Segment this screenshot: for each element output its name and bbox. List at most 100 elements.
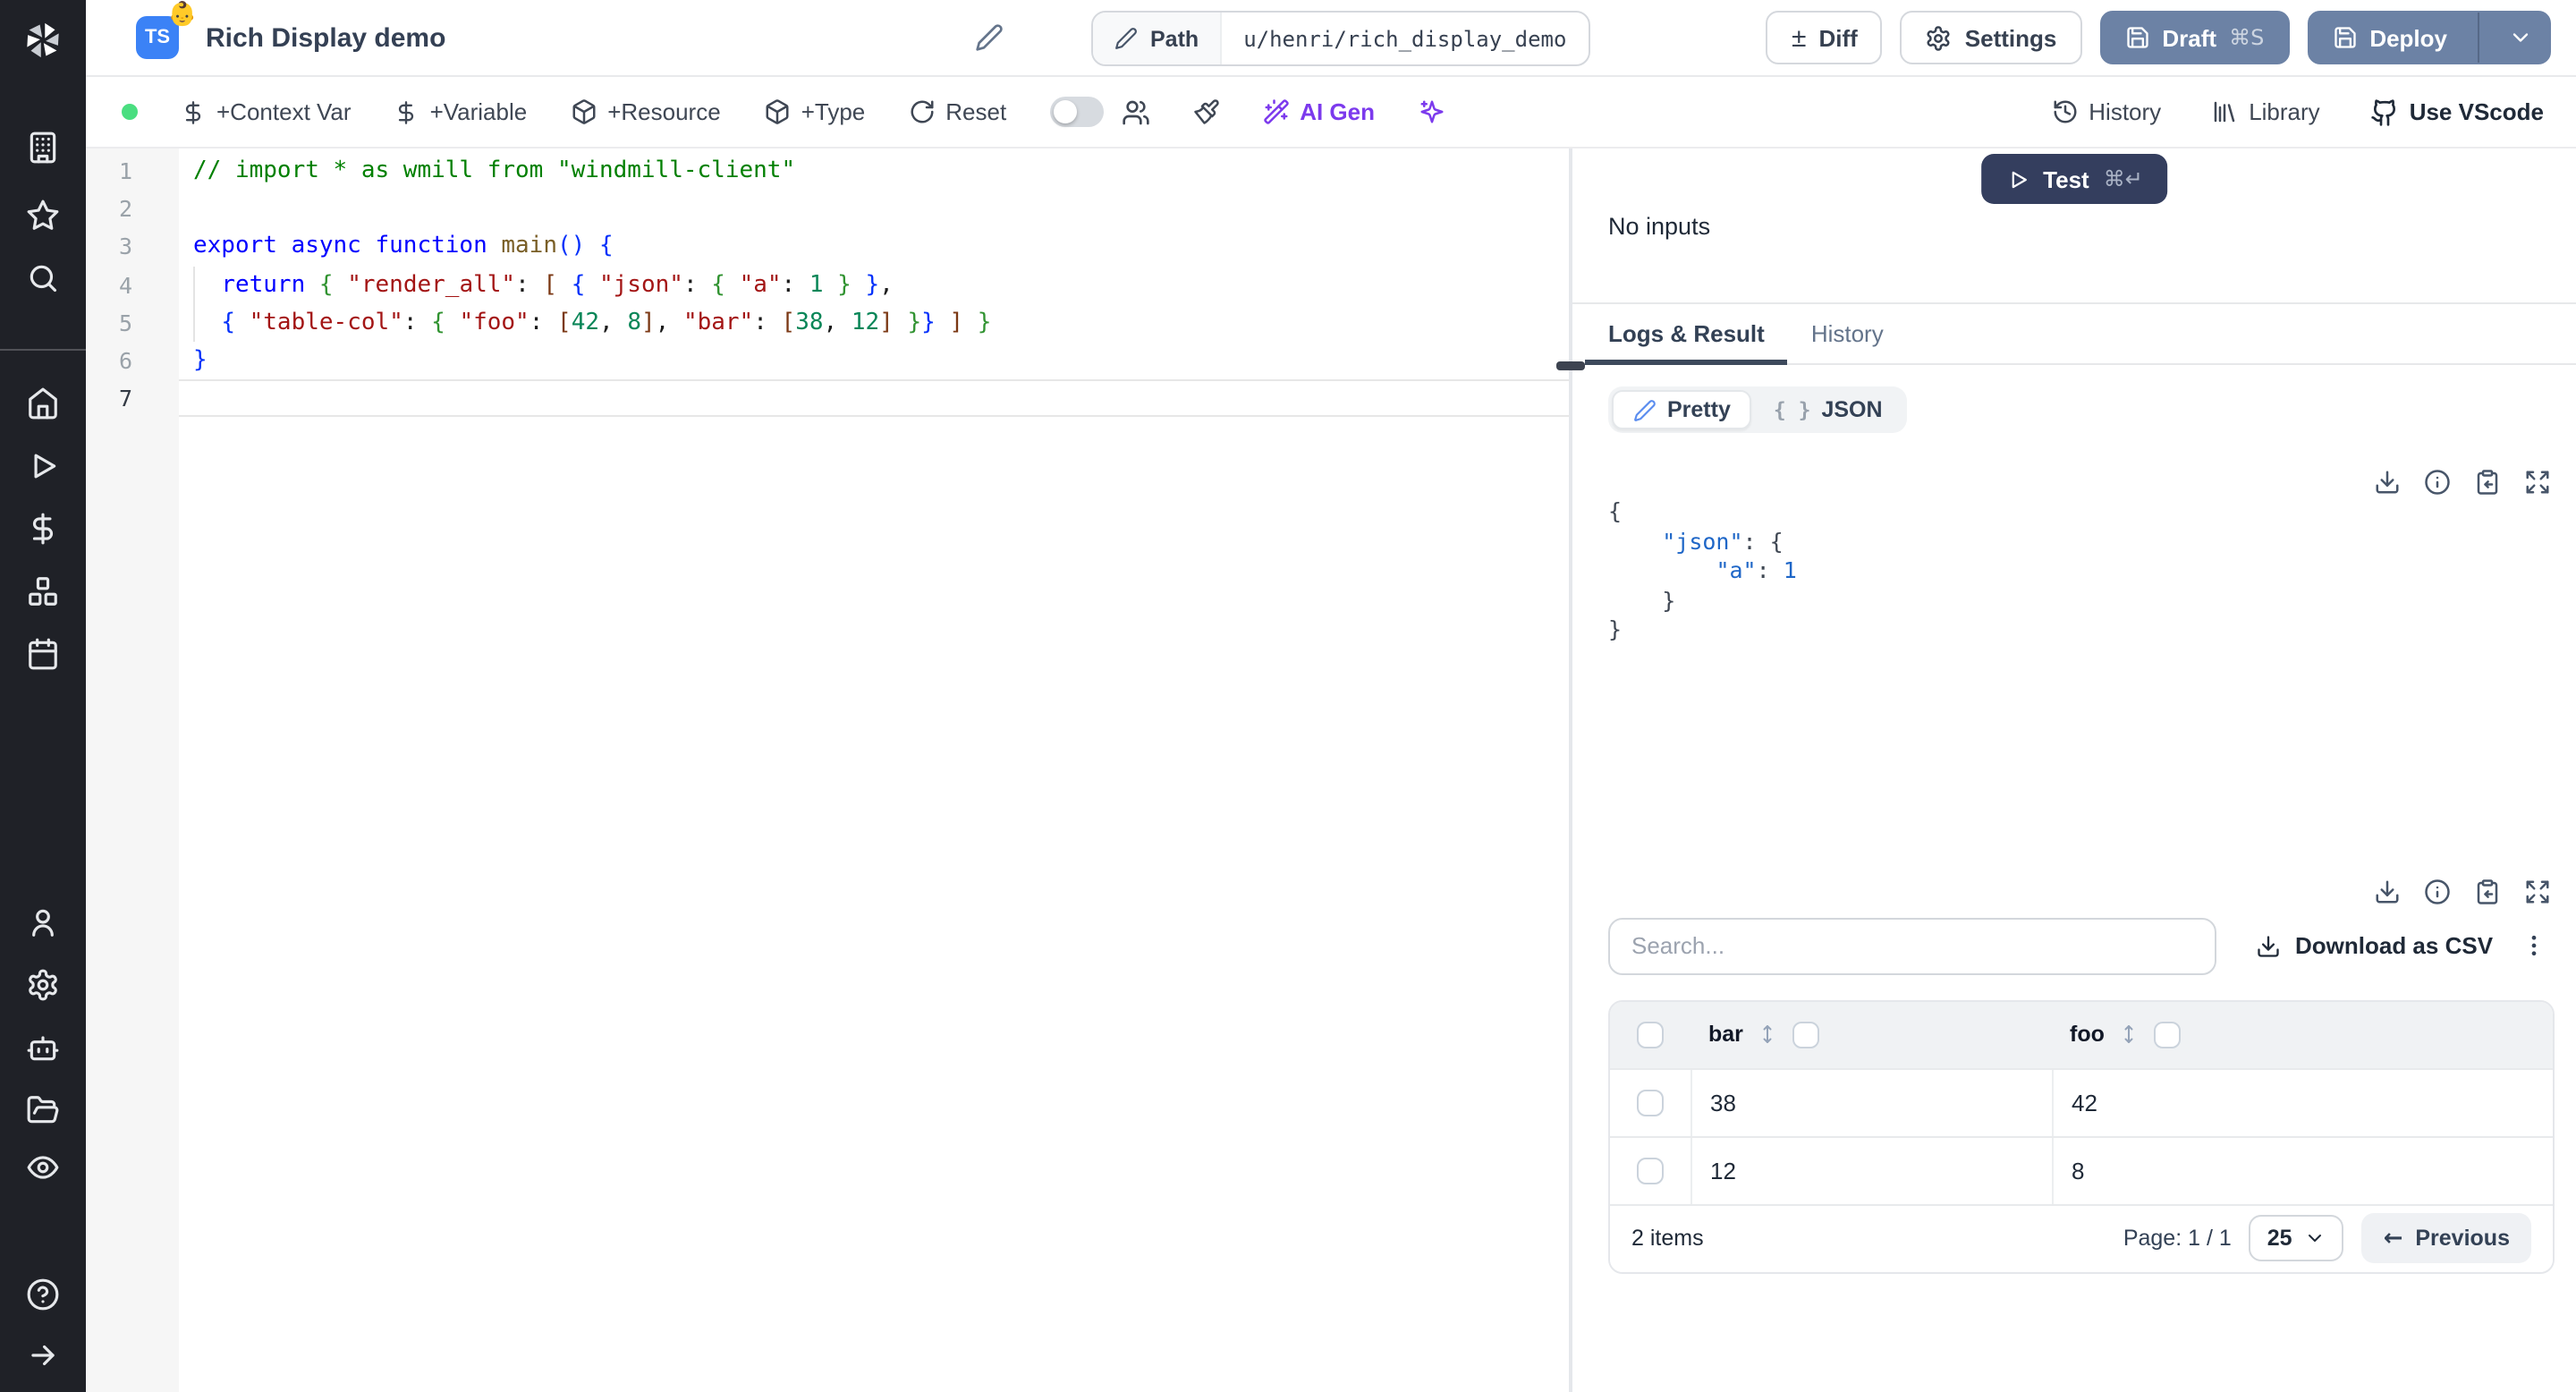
column-header-bar[interactable]: bar	[1708, 1022, 1743, 1047]
code-line[interactable]	[179, 379, 1569, 418]
row-checkbox[interactable]	[1637, 1089, 1664, 1116]
runs-play-icon[interactable]	[26, 449, 60, 483]
column-header-foo[interactable]: foo	[2070, 1022, 2105, 1047]
splitter-drag-handle[interactable]	[1556, 361, 1585, 370]
table-row[interactable]: 38 42	[1610, 1067, 2553, 1135]
view-json-option[interactable]: { } JSON	[1752, 390, 1904, 429]
deploy-dropdown-toggle[interactable]	[2492, 25, 2549, 50]
download-csv-label: Download as CSV	[2295, 932, 2494, 959]
history-clock-icon	[2053, 100, 2076, 123]
format-brush-button[interactable]	[1192, 98, 1219, 125]
editor-code[interactable]: // import * as wmill from "windmill-clie…	[179, 149, 1569, 1392]
table-row[interactable]: 12 8	[1610, 1135, 2553, 1203]
code-line[interactable]: // import * as wmill from "windmill-clie…	[179, 152, 1569, 190]
diff-button[interactable]: ± Diff	[1766, 11, 1883, 64]
code-line[interactable]: return { "render_all": [ { "json": { "a"…	[179, 266, 1569, 304]
ai-gen-label: AI Gen	[1300, 98, 1375, 125]
add-context-var-button[interactable]: +Context Var	[181, 98, 352, 125]
sort-icon[interactable]	[1758, 1023, 1779, 1045]
column-checkbox[interactable]	[1792, 1021, 1820, 1048]
table-actions	[1608, 878, 2551, 904]
settings-gear-icon[interactable]	[26, 968, 60, 1002]
add-resource-button[interactable]: +Resource	[570, 98, 721, 125]
tab-logs-and-result[interactable]: Logs & Result	[1585, 304, 1789, 365]
folder-open-icon[interactable]	[26, 1093, 60, 1127]
search-input[interactable]	[1608, 917, 2216, 974]
editor-toolbar: +Context Var +Variable +Resource +Type R…	[86, 77, 2576, 149]
users-icon	[1122, 99, 1148, 124]
copy-clipboard-icon[interactable]	[2474, 469, 2501, 496]
settings-gear-icon	[1926, 24, 1953, 51]
add-type-button[interactable]: +Type	[764, 98, 865, 125]
select-all-checkbox[interactable]	[1637, 1021, 1664, 1048]
sparkles-icon	[1419, 100, 1443, 123]
building-icon[interactable]	[26, 131, 60, 165]
vscode-github-icon	[2371, 98, 2395, 125]
cell-bar: 12	[1690, 1137, 2052, 1203]
history-button[interactable]: History	[2051, 98, 2161, 126]
workers-robot-icon[interactable]	[26, 1031, 60, 1065]
dollar-icon	[185, 100, 201, 123]
eye-icon[interactable]	[26, 1150, 60, 1184]
settings-button[interactable]: Settings	[1900, 11, 2082, 64]
tab-history[interactable]: History	[1788, 304, 1907, 363]
reset-button[interactable]: Reset	[908, 98, 1006, 125]
page-size-select[interactable]: 25	[2249, 1215, 2344, 1261]
expand-icon[interactable]	[2524, 469, 2551, 496]
multiplayer-toggle[interactable]	[1049, 97, 1104, 127]
path-button[interactable]: Path u/henri/rich_display_demo	[1091, 11, 1590, 66]
edit-summary-pencil-icon[interactable]	[975, 23, 1004, 52]
ai-sparkles-button[interactable]	[1418, 98, 1445, 125]
resources-boxes-icon[interactable]	[26, 574, 60, 608]
paintbrush-icon	[1193, 99, 1218, 124]
use-vscode-button[interactable]: Use VScode	[2370, 98, 2544, 126]
arrow-left-icon: ←	[2383, 1225, 2403, 1252]
add-variable-button[interactable]: +Variable	[394, 98, 527, 125]
status-dot	[122, 104, 138, 120]
library-icon	[2214, 101, 2235, 123]
sort-icon[interactable]	[2119, 1023, 2140, 1045]
row-checkbox[interactable]	[1637, 1157, 1664, 1184]
download-icon[interactable]	[2374, 469, 2401, 496]
code-line[interactable]: export async function main() {	[179, 228, 1569, 266]
download-csv-button[interactable]: Download as CSV	[2256, 932, 2493, 959]
schedules-calendar-icon[interactable]	[26, 637, 60, 671]
view-pretty-option[interactable]: Pretty	[1612, 390, 1752, 429]
sidebar-divider	[0, 349, 86, 351]
previous-page-button[interactable]: ← Previous	[2361, 1213, 2531, 1263]
column-checkbox[interactable]	[2154, 1021, 2182, 1048]
info-icon[interactable]	[2424, 469, 2451, 496]
windmill-logo[interactable]	[19, 16, 67, 64]
collapse-arrow-right-icon[interactable]	[26, 1338, 60, 1372]
table-menu-kebab-icon[interactable]	[2521, 932, 2547, 959]
star-icon[interactable]	[26, 199, 60, 233]
test-button[interactable]: Test ⌘↵	[1980, 154, 2168, 204]
download-icon	[2258, 935, 2279, 956]
deploy-button[interactable]: Deploy	[2307, 11, 2551, 64]
save-icon	[2124, 25, 2149, 50]
code-line[interactable]	[179, 190, 1569, 227]
code-editor[interactable]: 1 2 3 4 5 6 7 // import * as wmill from "windm…	[86, 149, 1569, 1392]
deploy-button-label: Deploy	[2369, 24, 2447, 51]
sidebar	[0, 0, 86, 1392]
home-icon[interactable]	[26, 386, 60, 420]
user-icon[interactable]	[26, 905, 60, 939]
expand-icon[interactable]	[2524, 878, 2551, 904]
help-circle-icon[interactable]	[26, 1277, 60, 1311]
code-line[interactable]: }	[179, 342, 1569, 379]
chevron-down-icon	[2309, 1235, 2322, 1242]
draft-button[interactable]: Draft ⌘S	[2099, 11, 2290, 64]
library-button[interactable]: Library	[2211, 98, 2320, 126]
variables-dollar-icon[interactable]	[26, 512, 60, 546]
code-line[interactable]: { "table-col": { "foo": [42, 8], "bar": …	[179, 303, 1569, 343]
script-emoji: 👶	[167, 0, 197, 27]
ai-gen-button[interactable]: AI Gen	[1262, 98, 1375, 125]
typescript-badge-label: TS	[144, 27, 171, 48]
result-actions	[1608, 469, 2551, 496]
line-number: 4	[118, 271, 132, 299]
search-icon[interactable]	[26, 261, 60, 295]
copy-clipboard-icon[interactable]	[2474, 878, 2501, 904]
download-icon[interactable]	[2374, 878, 2401, 904]
info-icon[interactable]	[2424, 878, 2451, 904]
app-window: TS 👶 Rich Display demo Path u/henri/rich…	[0, 0, 2576, 1392]
